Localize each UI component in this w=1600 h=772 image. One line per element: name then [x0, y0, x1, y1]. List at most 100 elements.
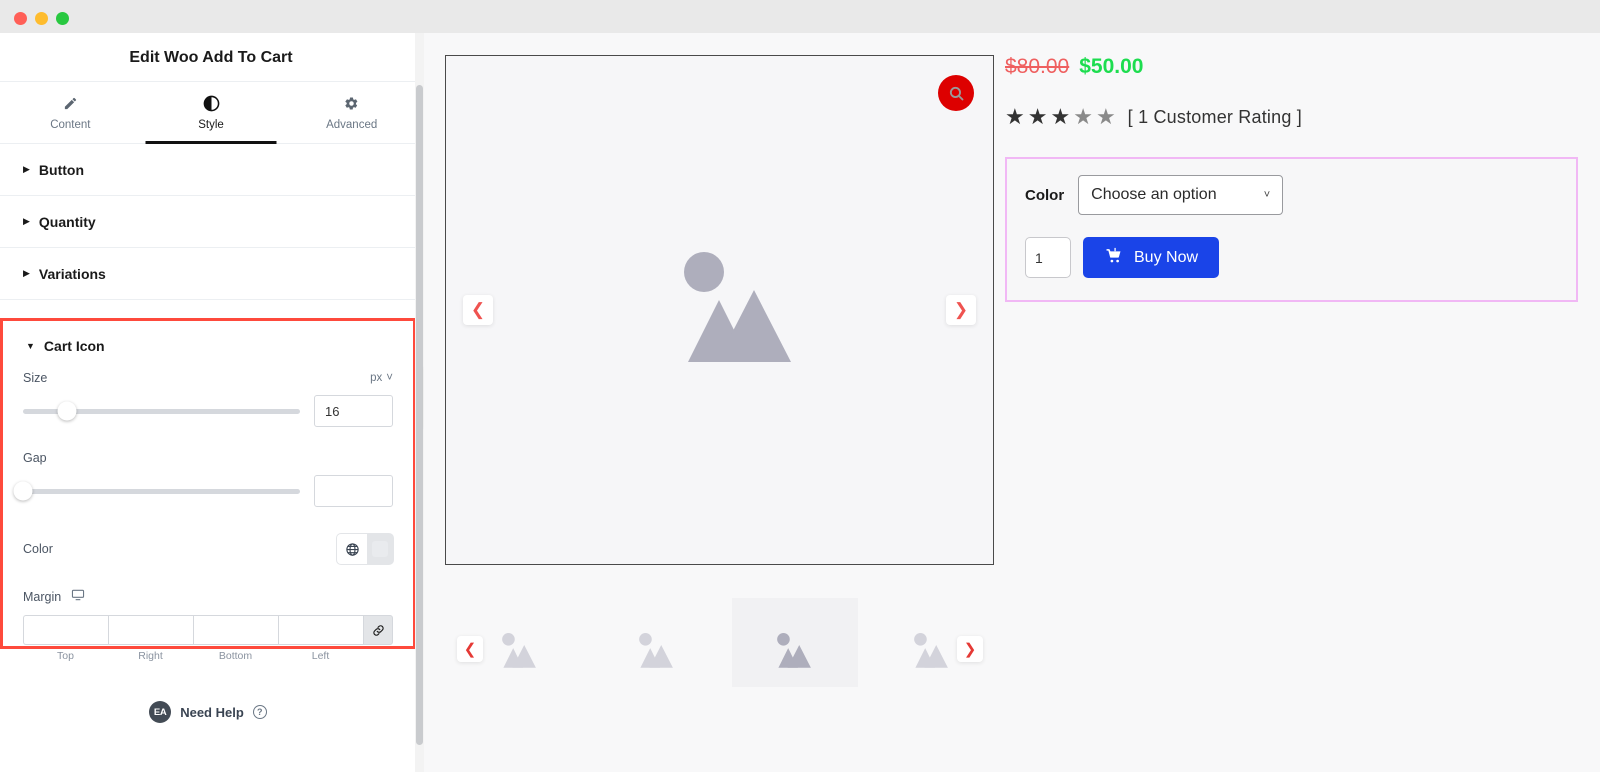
app-window: Edit Woo Add To Cart Content Style Advan…: [0, 0, 1600, 772]
buy-now-button[interactable]: Buy Now: [1083, 237, 1220, 278]
traffic-lights: [14, 12, 69, 25]
variation-attribute-label: Color: [1025, 186, 1065, 204]
section-cart-icon: ▼ Cart Icon Size px ˅ 16 Gap Color Margi…: [0, 318, 416, 662]
image-placeholder-icon: [776, 632, 811, 668]
margin-bottom-input[interactable]: [193, 615, 278, 645]
variation-attribute-row: Color Choose an option ˅: [1025, 175, 1558, 215]
color-swatch: [372, 541, 388, 557]
section-variations-label: Variations: [38, 265, 106, 282]
margin-left-input[interactable]: [278, 615, 363, 645]
add-to-cart-row: Buy Now: [1025, 237, 1558, 278]
chevron-right-icon: ▶: [23, 268, 30, 278]
globe-icon[interactable]: [337, 534, 367, 564]
chevron-right-icon: ▶: [23, 164, 30, 174]
section-button[interactable]: ▶ Button: [0, 144, 422, 196]
color-select-value: Choose an option: [1091, 186, 1217, 203]
product-rating: ★ ★ ★ ★ ★ [ 1 Customer Rating ]: [1005, 106, 1578, 128]
margin-right-input[interactable]: [108, 615, 193, 645]
image-placeholder-icon: [636, 240, 804, 380]
section-button-label: Button: [38, 161, 85, 178]
question-mark-icon[interactable]: ?: [252, 705, 267, 719]
gap-slider-knob[interactable]: [13, 481, 33, 501]
need-help-label: Need Help: [180, 704, 244, 720]
color-control-row: Color: [23, 534, 393, 564]
tab-advanced[interactable]: Advanced: [281, 82, 422, 143]
gallery-next-arrow[interactable]: ❯: [946, 295, 976, 325]
price-sale: $50.00: [1079, 55, 1144, 78]
maximize-button[interactable]: [56, 12, 69, 25]
variation-selector: Color Choose an option ˅ 1 Buy Now: [1005, 157, 1578, 302]
section-cart-icon-header[interactable]: ▼ Cart Icon: [3, 321, 413, 371]
link-icon[interactable]: [363, 615, 393, 645]
quantity-input[interactable]: [1025, 237, 1071, 278]
close-button[interactable]: [14, 12, 27, 25]
star-icon: ★: [1073, 104, 1093, 129]
size-slider-knob[interactable]: [57, 401, 77, 421]
margin-right-label: Right: [138, 650, 163, 662]
gear-icon: [344, 95, 359, 113]
star-icon: ★: [1027, 104, 1048, 129]
thumbnails-prev-arrow[interactable]: ❮: [457, 636, 483, 662]
color-swatch-button[interactable]: [367, 534, 393, 564]
gap-slider-row: [13, 475, 393, 507]
chevron-down-icon: ˅: [386, 372, 393, 384]
gap-control-label-row: Gap: [23, 451, 393, 465]
editor-scrollbar[interactable]: [415, 33, 424, 772]
gallery-thumbnails: ❮ ❯: [445, 598, 994, 702]
desktop-icon[interactable]: [71, 588, 85, 605]
chevron-right-icon: ❯: [963, 641, 977, 658]
thumbnail-2[interactable]: [582, 598, 719, 702]
section-variations[interactable]: ▶ Variations: [0, 248, 422, 300]
window-titlebar: [0, 0, 1600, 33]
product-gallery: ❮ ❯ ❮ ❯: [445, 55, 994, 702]
margin-top-label: Top: [57, 650, 74, 662]
minimize-button[interactable]: [35, 12, 48, 25]
gap-input[interactable]: [314, 475, 393, 507]
tab-content-label: Content: [50, 118, 91, 131]
star-icon: ★: [1095, 104, 1116, 129]
product-price: $80.00 $50.00: [1005, 55, 1578, 79]
thumbnails-next-arrow[interactable]: ❯: [957, 636, 983, 662]
margin-left-field: Left: [278, 615, 363, 662]
image-placeholder-icon: [639, 632, 674, 668]
size-input[interactable]: [314, 395, 393, 427]
image-placeholder-icon: [502, 632, 537, 668]
margin-left-label: Left: [311, 650, 330, 662]
buy-now-label: Buy Now: [1134, 248, 1199, 266]
margin-top-field: Top: [23, 615, 108, 662]
chevron-left-icon: ❮: [463, 641, 477, 658]
need-help[interactable]: EA Need Help ?: [0, 701, 416, 723]
price-original: $80.00: [1005, 55, 1070, 78]
chevron-down-icon: ▼: [26, 340, 35, 351]
editor-panel: Edit Woo Add To Cart Content Style Advan…: [0, 33, 423, 772]
size-slider-track[interactable]: [23, 401, 300, 421]
margin-top-input[interactable]: [23, 615, 108, 645]
tab-style[interactable]: Style: [141, 82, 282, 143]
section-quantity[interactable]: ▶ Quantity: [0, 196, 422, 248]
color-control: [337, 534, 393, 564]
color-label: Color: [23, 542, 53, 556]
color-select[interactable]: Choose an option ˅: [1078, 175, 1284, 215]
rating-count-label: [ 1 Customer Rating ]: [1127, 106, 1302, 127]
search-icon[interactable]: [938, 75, 974, 111]
chevron-right-icon: ▶: [23, 216, 30, 226]
ea-logo: EA: [149, 701, 172, 723]
thumbnail-3[interactable]: [720, 598, 857, 702]
size-unit-dropdown[interactable]: px ˅: [370, 372, 393, 384]
tab-content[interactable]: Content: [0, 82, 141, 143]
pencil-icon: [63, 95, 78, 113]
star-icon: ★: [1050, 104, 1071, 129]
cart-icon-controls: Size px ˅ Gap: [3, 371, 413, 662]
preview-area: ❮ ❯ ❮ ❯ $80.00 $50.00 ★ ★ ★ ★ ★ [1 Cust…: [424, 33, 1600, 772]
gallery-prev-arrow[interactable]: ❮: [463, 295, 493, 325]
chevron-right-icon: ❯: [953, 300, 969, 319]
margin-fields: Top Right Bottom Left: [23, 615, 393, 662]
main-product-image[interactable]: ❮ ❯: [445, 55, 994, 565]
editor-scrollbar-thumb[interactable]: [416, 85, 423, 745]
margin-control-label-row: Margin: [23, 588, 393, 605]
size-unit-label: px: [370, 372, 383, 384]
gap-label: Gap: [23, 451, 47, 465]
cart-icon: [1104, 246, 1123, 270]
gap-slider-track[interactable]: [13, 481, 300, 501]
editor-tabs: Content Style Advanced: [0, 82, 422, 144]
